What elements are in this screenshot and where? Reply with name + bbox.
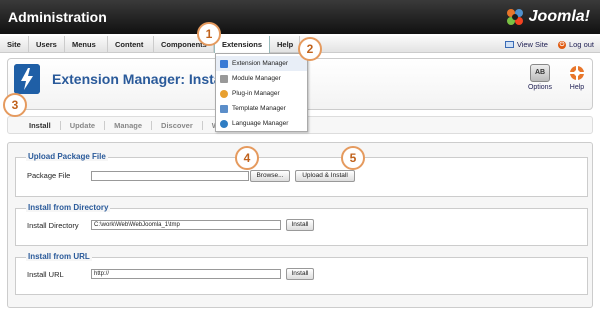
log-out-link[interactable]: ⏻ Log out — [557, 40, 594, 49]
menu-users[interactable]: Users — [29, 36, 65, 53]
install-directory-label: Install Directory — [27, 221, 79, 230]
url-legend: Install from URL — [26, 252, 92, 261]
tab-update[interactable]: Update — [61, 120, 106, 130]
install-url-label: Install URL — [27, 270, 64, 279]
menu-item-label: Module Manager — [232, 75, 281, 82]
extensions-dropdown: Extension Manager Module Manager Plug-in… — [215, 53, 308, 132]
help-button[interactable]: Help — [562, 64, 592, 91]
options-icon: AB — [530, 64, 550, 82]
directory-legend: Install from Directory — [26, 203, 111, 212]
menu-item-label: Plug-in Manager — [232, 90, 280, 97]
joomla-logo-icon — [506, 9, 523, 25]
upload-legend: Upload Package File — [26, 152, 108, 161]
install-url-button[interactable]: Install — [286, 268, 314, 280]
upload-fieldset: Upload Package File Package File Browse.… — [15, 152, 588, 197]
menu-item-module-manager[interactable]: Module Manager — [216, 71, 307, 86]
menu-extensions[interactable]: Extensions — [214, 36, 270, 53]
options-button[interactable]: AB Options — [525, 64, 555, 91]
tab-discover[interactable]: Discover — [152, 120, 203, 130]
plugin-icon — [220, 89, 228, 98]
log-out-label: Log out — [568, 40, 594, 49]
install-directory-input[interactable]: C:\work\Web\WebJoomla_1\tmp — [91, 220, 281, 230]
directory-fieldset: Install from Directory Install Directory… — [15, 203, 588, 246]
menu-item-extension-manager[interactable]: Extension Manager — [216, 56, 307, 71]
callout-4: 4 — [235, 146, 259, 170]
menu-item-label: Extension Manager — [232, 60, 289, 67]
globe-icon — [220, 119, 228, 128]
install-url-input[interactable]: http:// — [91, 269, 281, 279]
menu-menus[interactable]: Menus — [65, 36, 108, 53]
menu-item-plugin-manager[interactable]: Plug-in Manager — [216, 86, 307, 101]
tab-install[interactable]: Install — [20, 120, 61, 130]
menu-help[interactable]: Help — [270, 36, 300, 53]
view-site-label: View Site — [516, 40, 548, 49]
install-content: Upload Package File Package File Browse.… — [7, 142, 593, 308]
page-title: Extension Manager: Install — [52, 71, 230, 87]
view-site-link[interactable]: View Site — [504, 40, 548, 49]
extension-manager-icon — [14, 64, 40, 94]
tab-manage[interactable]: Manage — [105, 120, 153, 130]
app-title: Administration — [8, 9, 107, 25]
callout-5: 5 — [341, 146, 365, 170]
menu-content[interactable]: Content — [108, 36, 154, 53]
help-label: Help — [569, 84, 585, 91]
browse-button[interactable]: Browse... — [250, 170, 290, 182]
monitor-icon — [504, 41, 514, 48]
package-file-input[interactable] — [91, 171, 249, 181]
menu-item-language-manager[interactable]: Language Manager — [216, 116, 307, 131]
extension-icon — [220, 59, 228, 68]
brand-text: Joomla! — [528, 8, 590, 25]
upload-install-button[interactable]: Upload & Install — [295, 170, 355, 182]
menu-site[interactable]: Site — [0, 36, 29, 53]
menu-right: View Site ⏻ Log out — [504, 36, 594, 53]
url-fieldset: Install from URL Install URL http:// Ins… — [15, 252, 588, 295]
callout-3: 3 — [3, 93, 27, 117]
menu-item-label: Template Manager — [232, 105, 286, 112]
install-directory-button[interactable]: Install — [286, 219, 314, 231]
template-icon — [220, 104, 228, 113]
options-label: Options — [527, 84, 553, 91]
callout-2: 2 — [298, 37, 322, 61]
package-file-label: Package File — [27, 171, 71, 180]
callout-1: 1 — [197, 22, 221, 46]
menu-item-template-manager[interactable]: Template Manager — [216, 101, 307, 116]
menu-item-label: Language Manager — [232, 120, 289, 127]
lifebuoy-icon — [569, 65, 585, 81]
joomla-brand: Joomla! — [504, 6, 590, 28]
module-icon — [220, 74, 228, 83]
power-icon: ⏻ — [557, 40, 566, 49]
admin-header: Administration Joomla! — [0, 0, 600, 34]
